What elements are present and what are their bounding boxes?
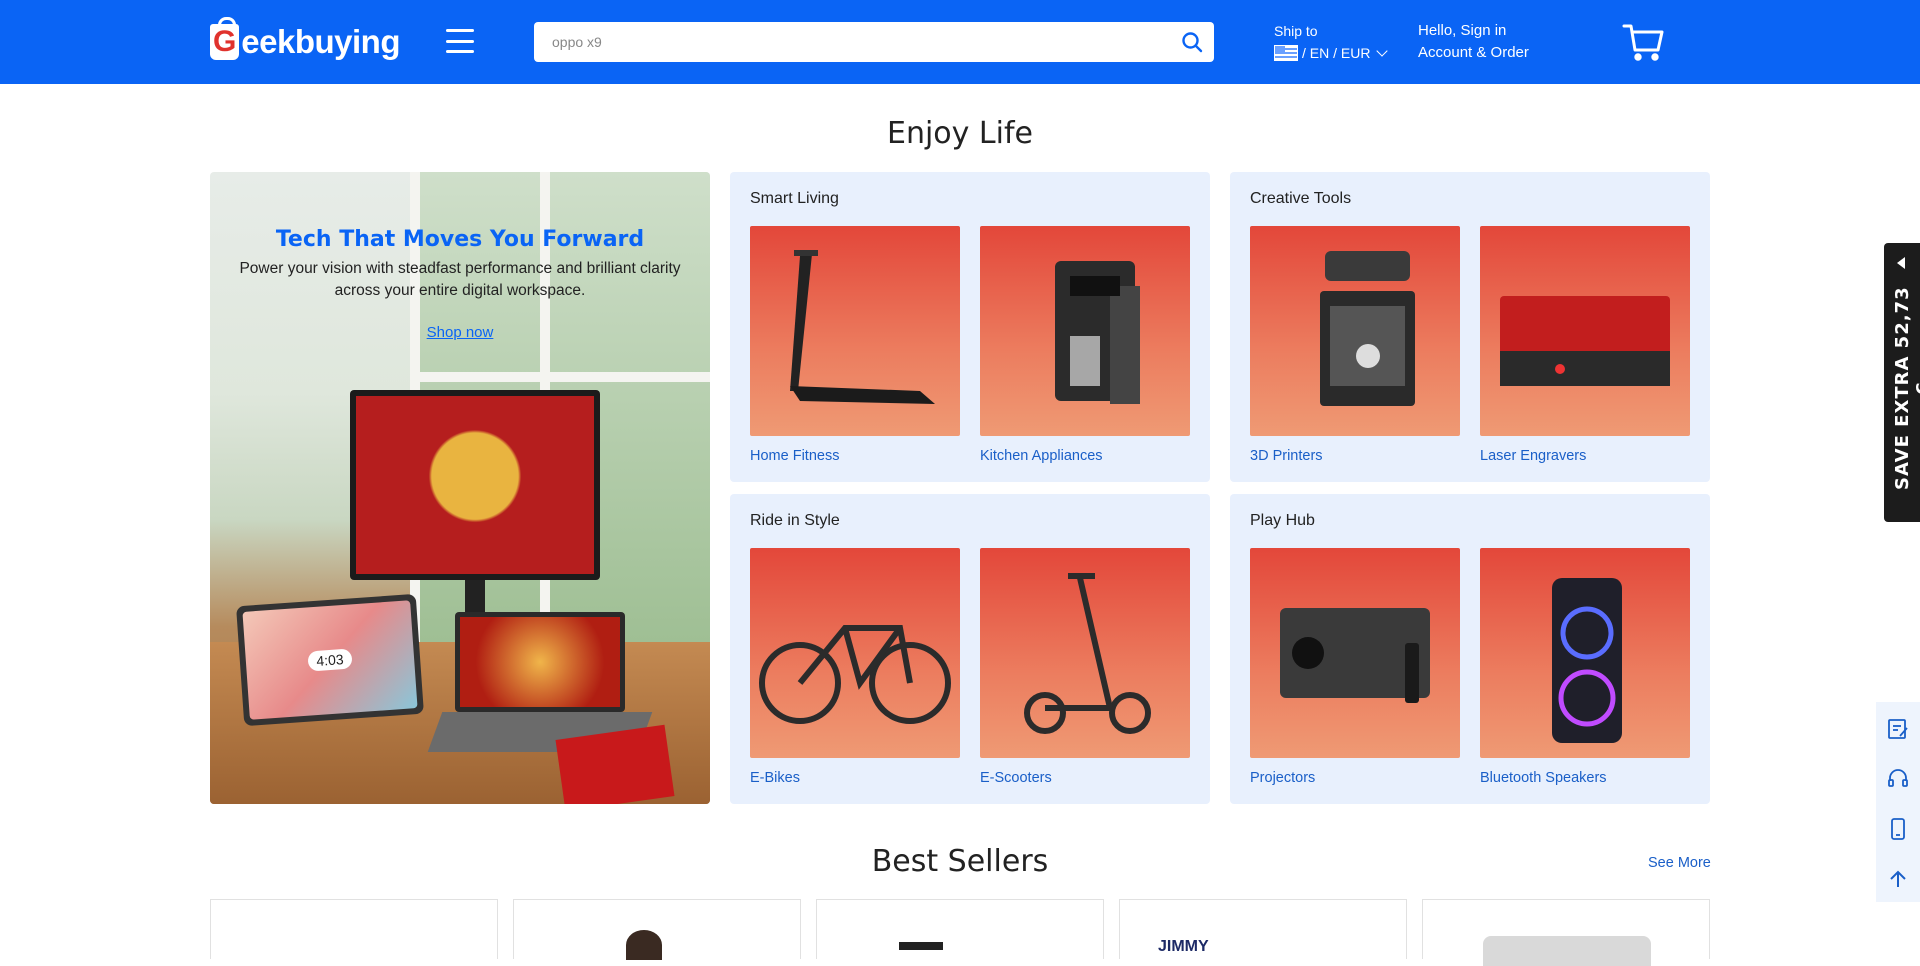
category-item-label: E-Scooters — [980, 770, 1052, 786]
banner-subtitle: Power your vision with steadfast perform… — [239, 260, 681, 299]
ship-to-label: Ship to — [1274, 23, 1318, 39]
best-sellers-title: Best Sellers — [871, 844, 1049, 879]
category-item-e-bikes[interactable]: E-Bikes — [750, 548, 960, 786]
shop-now-link[interactable]: Shop now — [427, 324, 494, 341]
category-title: Ride in Style — [750, 512, 840, 529]
category-item-kitchen-appliances[interactable]: Kitchen Appliances — [980, 226, 1190, 464]
cart-icon[interactable] — [1622, 22, 1664, 62]
search-input[interactable] — [552, 22, 1152, 62]
category-card-creative-tools: Creative Tools 3D Printers Laser Engrave… — [1230, 172, 1710, 482]
tablet-clock: 4:03 — [307, 648, 353, 672]
category-title: Creative Tools — [1250, 190, 1352, 207]
category-card-play-hub: Play Hub Projectors Bluetooth Speakers — [1230, 494, 1710, 804]
category-item-label: Projectors — [1250, 770, 1316, 786]
banner-tablet-image: 4:03 — [236, 593, 424, 727]
3d-printer-image — [1250, 226, 1460, 436]
projector-image — [1250, 548, 1460, 758]
headset-icon[interactable] — [1886, 767, 1910, 791]
product-card[interactable] — [210, 899, 498, 959]
brand-logo[interactable]: G eekbuying — [210, 16, 400, 68]
account-order-label: Account & Order — [1418, 44, 1529, 61]
search-bar — [534, 22, 1214, 62]
product-image — [626, 930, 662, 960]
category-item-3d-printers[interactable]: 3D Printers — [1250, 226, 1460, 464]
product-card[interactable] — [1422, 899, 1710, 966]
save-extra-tab[interactable]: SAVE EXTRA 52,73 € — [1884, 243, 1920, 522]
category-item-laser-engravers[interactable]: Laser Engravers — [1480, 226, 1690, 464]
top-header: G eekbuying Ship to / EN / EUR Hello, Si… — [0, 0, 1920, 84]
product-card[interactable] — [513, 899, 801, 960]
arrow-left-icon — [1897, 257, 1905, 269]
product-card[interactable] — [816, 899, 1104, 959]
category-card-ride-in-style: Ride in Style E-Bikes E-Scooters — [730, 494, 1210, 804]
category-item-home-fitness[interactable]: Home Fitness — [750, 226, 960, 464]
category-title: Smart Living — [750, 190, 839, 207]
category-item-bluetooth-speakers[interactable]: Bluetooth Speakers — [1480, 548, 1690, 786]
banner-monitor-image — [350, 390, 600, 580]
category-item-label: E-Bikes — [750, 770, 800, 786]
water-dispenser-image — [980, 226, 1190, 436]
product-image — [1483, 936, 1651, 966]
locale-currency: / EN / EUR — [1302, 45, 1371, 61]
bluetooth-speaker-image — [1480, 548, 1690, 758]
category-item-label: Bluetooth Speakers — [1480, 770, 1607, 786]
category-title: Play Hub — [1250, 512, 1315, 529]
account-greeting: Hello, Sign in — [1418, 22, 1507, 39]
category-item-projectors[interactable]: Projectors — [1250, 548, 1460, 786]
category-item-label: 3D Printers — [1250, 448, 1323, 464]
see-more-link[interactable]: See More — [1648, 855, 1711, 871]
category-item-label: Kitchen Appliances — [980, 448, 1103, 464]
banner-laptop-image — [455, 612, 625, 712]
logo-bag-icon: G — [210, 17, 240, 60]
chevron-down-icon — [1376, 45, 1389, 57]
banner-title: Tech That Moves You Forward — [275, 227, 645, 252]
enjoy-life-title: Enjoy Life — [886, 116, 1033, 151]
treadmill-image — [750, 226, 960, 436]
promo-banner[interactable]: Tech That Moves You Forward Power your v… — [210, 172, 710, 804]
survey-icon[interactable] — [1886, 717, 1910, 741]
account-menu[interactable]: Hello, Sign in Account & Order — [1418, 20, 1529, 64]
category-item-label: Laser Engravers — [1480, 448, 1587, 464]
flag-icon — [1274, 45, 1298, 61]
category-card-smart-living: Smart Living Home Fitness Kitchen Applia… — [730, 172, 1210, 482]
arrow-up-icon[interactable] — [1886, 867, 1910, 891]
laser-engraver-image — [1480, 226, 1690, 436]
mobile-icon[interactable] — [1886, 817, 1910, 841]
banner-book-image — [555, 724, 675, 804]
side-toolbar — [1876, 702, 1920, 902]
search-icon[interactable] — [1180, 30, 1204, 54]
product-card[interactable]: JIMMY — [1119, 899, 1407, 959]
ship-to-selector[interactable]: Ship to / EN / EUR — [1274, 20, 1389, 64]
category-item-label: Home Fitness — [750, 448, 840, 464]
product-brand-text: JIMMY — [1158, 938, 1209, 955]
product-image — [899, 942, 943, 950]
category-item-e-scooters[interactable]: E-Scooters — [980, 548, 1190, 786]
logo-text: eekbuying — [241, 23, 400, 60]
save-extra-text: SAVE EXTRA 52,73 € — [1892, 286, 1920, 490]
menu-icon[interactable] — [446, 29, 474, 53]
e-scooter-image — [980, 548, 1190, 758]
e-bike-image — [750, 548, 960, 758]
